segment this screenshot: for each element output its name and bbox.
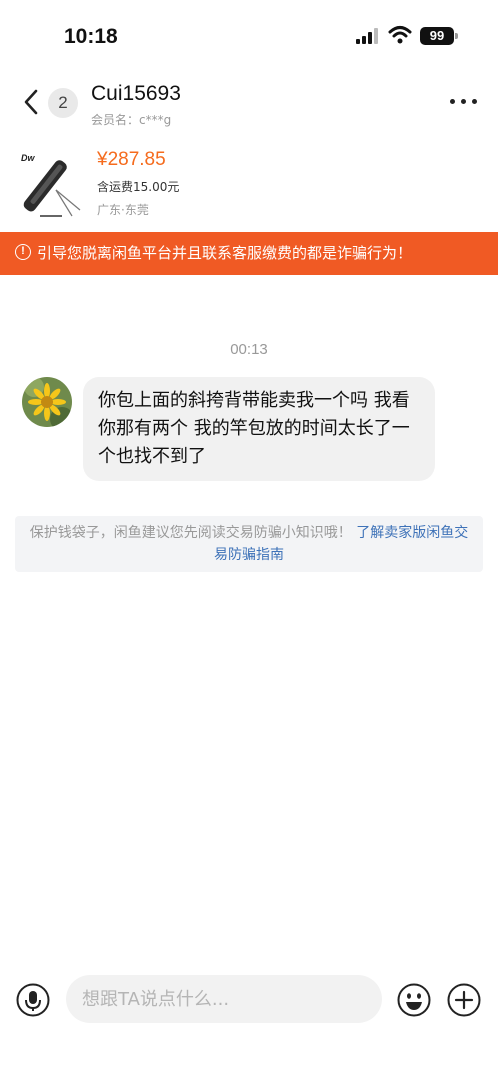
alert-icon: !: [15, 244, 31, 260]
warning-text: 引导您脱离闲鱼平台并且联系客服缴费的都是诈骗行为！: [37, 244, 413, 262]
add-icon[interactable]: [447, 983, 481, 1017]
chat-area[interactable]: 00:13 你包上面的斜挎背带能卖我一个吗 我看你那有两个 我的竿包放的时间太长…: [0, 275, 498, 970]
status-bar: 10:18 99: [0, 0, 498, 72]
status-time: 10:18: [64, 25, 118, 48]
wifi-icon: [388, 26, 412, 44]
cellular-signal-icon: [356, 28, 378, 44]
more-options-button[interactable]: [448, 94, 480, 108]
more-dot-icon: [450, 99, 455, 104]
message-input-bar: [0, 970, 498, 1080]
fraud-warning-banner: ! 引导您脱离闲鱼平台并且联系客服缴费的都是诈骗行为！: [0, 232, 498, 275]
sender-avatar[interactable]: [22, 377, 72, 427]
more-dot-icon: [461, 99, 466, 104]
product-price: ¥287.85: [97, 149, 166, 170]
product-card[interactable]: Dw ¥287.85 含运费15.00元 广东·东莞: [0, 138, 498, 228]
more-dot-icon: [472, 99, 477, 104]
message-input[interactable]: [66, 975, 382, 1023]
member-name: 会员名：c***g: [91, 113, 172, 127]
product-thumbnail[interactable]: Dw: [18, 146, 84, 218]
battery-indicator: 99: [420, 27, 454, 45]
contact-nickname: Cui15693: [91, 82, 181, 105]
battery-cap: [455, 33, 458, 39]
back-arrow-icon[interactable]: [20, 86, 44, 118]
unread-count-badge[interactable]: 2: [48, 88, 78, 118]
safety-tip: 保护钱袋子，闲鱼建议您先阅读交易防骗小知识哦！ 了解卖家版闲鱼交易防骗指南: [15, 516, 483, 572]
emoji-icon[interactable]: [397, 983, 431, 1017]
safety-tip-text: 保护钱袋子，闲鱼建议您先阅读交易防骗小知识哦！: [29, 525, 352, 541]
message-timestamp: 00:13: [230, 341, 268, 358]
chat-header: 2 Cui15693 会员名：c***g: [0, 72, 498, 132]
message-bubble[interactable]: 你包上面的斜挎背带能卖我一个吗 我看你那有两个 我的竿包放的时间太长了一个也找不…: [83, 377, 435, 481]
brand-logo-text: Dw: [21, 153, 35, 163]
shipping-fee: 含运费15.00元: [97, 180, 180, 194]
voice-input-icon[interactable]: [16, 983, 50, 1017]
product-location: 广东·东莞: [97, 203, 149, 217]
